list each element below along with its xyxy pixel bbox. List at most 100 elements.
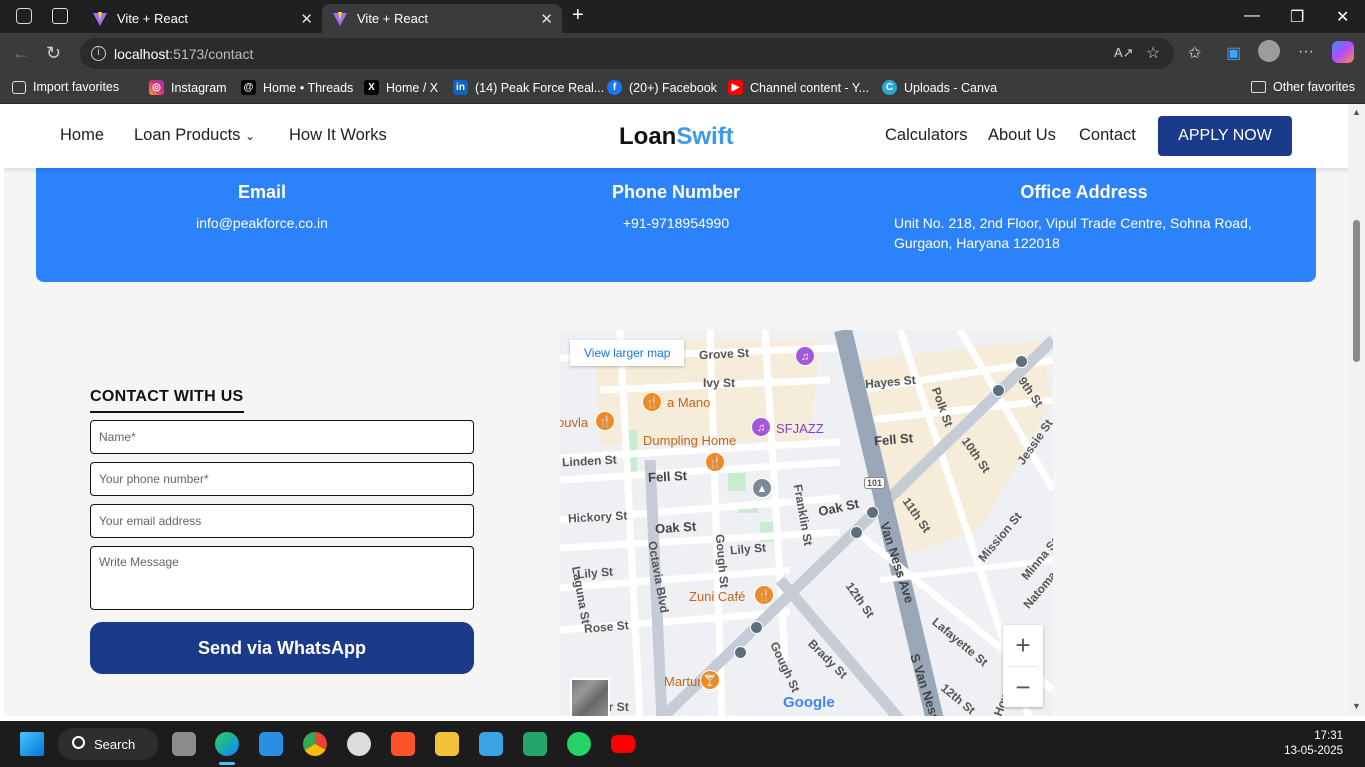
address-line1: Unit No. 218, 2nd Floor, Vipul Trade Cen… [894, 215, 1252, 231]
read-aloud-icon[interactable]: A↗ [1114, 45, 1134, 61]
youtube-icon: ▶ [728, 80, 743, 95]
edge-browser-icon[interactable] [215, 732, 239, 756]
vite-favicon-icon [333, 11, 347, 26]
nav-calculators[interactable]: Calculators [885, 126, 968, 145]
phone-heading: Phone Number [611, 182, 740, 202]
task-view-icon[interactable] [172, 732, 196, 756]
restaurant-pin-icon[interactable]: 🍴 [642, 392, 662, 412]
zoom-controls: + − [1003, 625, 1043, 707]
chevron-down-icon: ⌄ [245, 129, 256, 143]
tab-actions-icon[interactable] [52, 8, 68, 24]
send-whatsapp-button[interactable]: Send via WhatsApp [90, 622, 474, 674]
restaurant-pin-icon[interactable]: 🍴 [705, 452, 725, 472]
satellite-toggle[interactable] [570, 678, 610, 716]
windows-taskbar: Search 17:31 13-05-2025 [0, 721, 1365, 767]
apply-now-button[interactable]: APPLY NOW [1158, 116, 1292, 156]
message-textarea[interactable] [90, 546, 474, 610]
copilot-icon[interactable] [1332, 41, 1354, 63]
notepad-icon[interactable] [479, 732, 503, 756]
name-input[interactable] [90, 420, 474, 454]
import-icon [12, 80, 26, 94]
collections-icon[interactable]: ▣ [1226, 43, 1241, 63]
google-map-embed[interactable]: View larger map Grove St Ivy St Hayes St… [560, 330, 1053, 716]
bar-pin-icon[interactable]: 🍸 [700, 670, 720, 690]
close-tab-icon[interactable]: ✕ [540, 10, 553, 28]
restaurant-pin-icon[interactable]: 🍴 [754, 585, 774, 605]
x-icon: X [364, 80, 379, 95]
refresh-icon[interactable]: ↻ [46, 43, 61, 64]
more-menu-icon[interactable]: ··· [1298, 43, 1314, 61]
poi-label[interactable]: Zuni Café [689, 589, 745, 604]
tab-vite-react-2[interactable]: Vite + React ✕ [322, 4, 562, 33]
phone-value: +91-9718954990 [622, 215, 730, 231]
favorites-icon[interactable]: ✩ [1188, 43, 1201, 63]
bookmark-instagram[interactable]: ◎ Instagram [149, 80, 227, 95]
minimize-icon[interactable]: — [1244, 7, 1260, 25]
restaurant-pin-icon[interactable]: 🍴 [595, 411, 615, 431]
address-info: Office Address Unit No. 218, 2nd Floor, … [894, 182, 1274, 253]
poi-label[interactable]: Dumpling Home [643, 433, 736, 448]
back-icon[interactable]: ← [12, 43, 30, 64]
phone-input[interactable] [90, 462, 474, 496]
venue-pin-icon[interactable]: ♫ [795, 346, 815, 366]
scroll-down-icon[interactable]: ▼ [1352, 701, 1361, 711]
nav-home[interactable]: Home [60, 126, 104, 145]
email-info: Email info@peakforce.co.in [136, 182, 388, 233]
scroll-up-icon[interactable]: ▲ [1352, 107, 1361, 117]
new-tab-icon[interactable]: + [572, 4, 584, 27]
page-scrollbar[interactable]: ▲ ▼ [1348, 104, 1365, 716]
email-input[interactable] [90, 504, 474, 538]
profile-avatar-icon[interactable] [1258, 40, 1280, 62]
venue-pin-icon[interactable]: ♫ [751, 417, 771, 437]
bus-stop-icon [992, 384, 1005, 397]
whatsapp-icon[interactable] [567, 732, 591, 756]
poi-label[interactable]: a Mano [667, 395, 710, 410]
bookmark-threads[interactable]: @ Home • Threads [241, 80, 353, 95]
vite-favicon-icon [93, 11, 107, 26]
vscode-icon[interactable] [259, 732, 283, 756]
poi-label[interactable]: SFJAZZ [776, 421, 824, 436]
tab-vite-react-1[interactable]: Vite + React ✕ [82, 4, 322, 33]
bookmark-import-favorites[interactable]: Import favorites [12, 80, 119, 94]
nav-loan-products[interactable]: Loan Products ⌄ [134, 126, 255, 145]
workspaces-icon[interactable] [16, 8, 32, 24]
view-larger-map-link[interactable]: View larger map [570, 340, 685, 366]
file-explorer-icon[interactable] [435, 732, 459, 756]
zoom-in-button[interactable]: + [1003, 625, 1043, 666]
browser-tab-bar: Vite + React ✕ Vite + React ✕ + — ❐ ✕ [0, 0, 1365, 33]
highway-101-shield: 101 [864, 477, 886, 489]
chatgpt-icon[interactable] [347, 732, 371, 756]
poi-label[interactable]: ouvla [560, 415, 588, 430]
bookmark-linkedin[interactable]: in (14) Peak Force Real... [453, 80, 604, 95]
bookmark-canva[interactable]: C Uploads - Canva [882, 80, 997, 95]
system-clock[interactable]: 17:31 13-05-2025 [1284, 729, 1343, 759]
other-favorites[interactable]: Other favorites [1251, 80, 1355, 94]
bookmark-facebook[interactable]: f (20+) Facebook [607, 80, 717, 95]
folder-icon [1251, 81, 1266, 93]
vscode-insiders-icon[interactable] [523, 732, 547, 756]
nav-about-us[interactable]: About Us [988, 126, 1056, 145]
chrome-icon[interactable] [303, 732, 327, 756]
bus-stop-icon [1015, 355, 1028, 368]
taskbar-search[interactable]: Search [58, 728, 158, 760]
zoom-out-button[interactable]: − [1003, 667, 1043, 708]
school-pin-icon[interactable]: ▲ [752, 478, 772, 498]
restore-icon[interactable]: ❐ [1290, 7, 1304, 27]
search-icon [72, 736, 85, 749]
start-windows-icon[interactable] [20, 732, 44, 756]
scrollbar-thumb[interactable] [1353, 220, 1360, 362]
google-logo: Google [783, 694, 835, 711]
brave-icon[interactable] [391, 732, 415, 756]
bookmark-x[interactable]: X Home / X [364, 80, 438, 95]
nav-how-it-works[interactable]: How It Works [289, 126, 387, 145]
close-window-icon[interactable]: ✕ [1336, 7, 1349, 27]
bookmark-youtube[interactable]: ▶ Channel content - Y... [728, 80, 869, 95]
favorite-star-icon[interactable]: ☆ [1146, 43, 1160, 63]
brand-logo[interactable]: LoanSwift [619, 123, 734, 151]
url-field[interactable]: i localhost:5173/contact [80, 38, 1174, 69]
nav-contact[interactable]: Contact [1079, 126, 1136, 145]
close-tab-icon[interactable]: ✕ [300, 10, 313, 28]
linkedin-icon: in [453, 80, 468, 95]
youtube-app-icon[interactable] [611, 735, 635, 753]
site-info-icon[interactable]: i [91, 46, 106, 61]
